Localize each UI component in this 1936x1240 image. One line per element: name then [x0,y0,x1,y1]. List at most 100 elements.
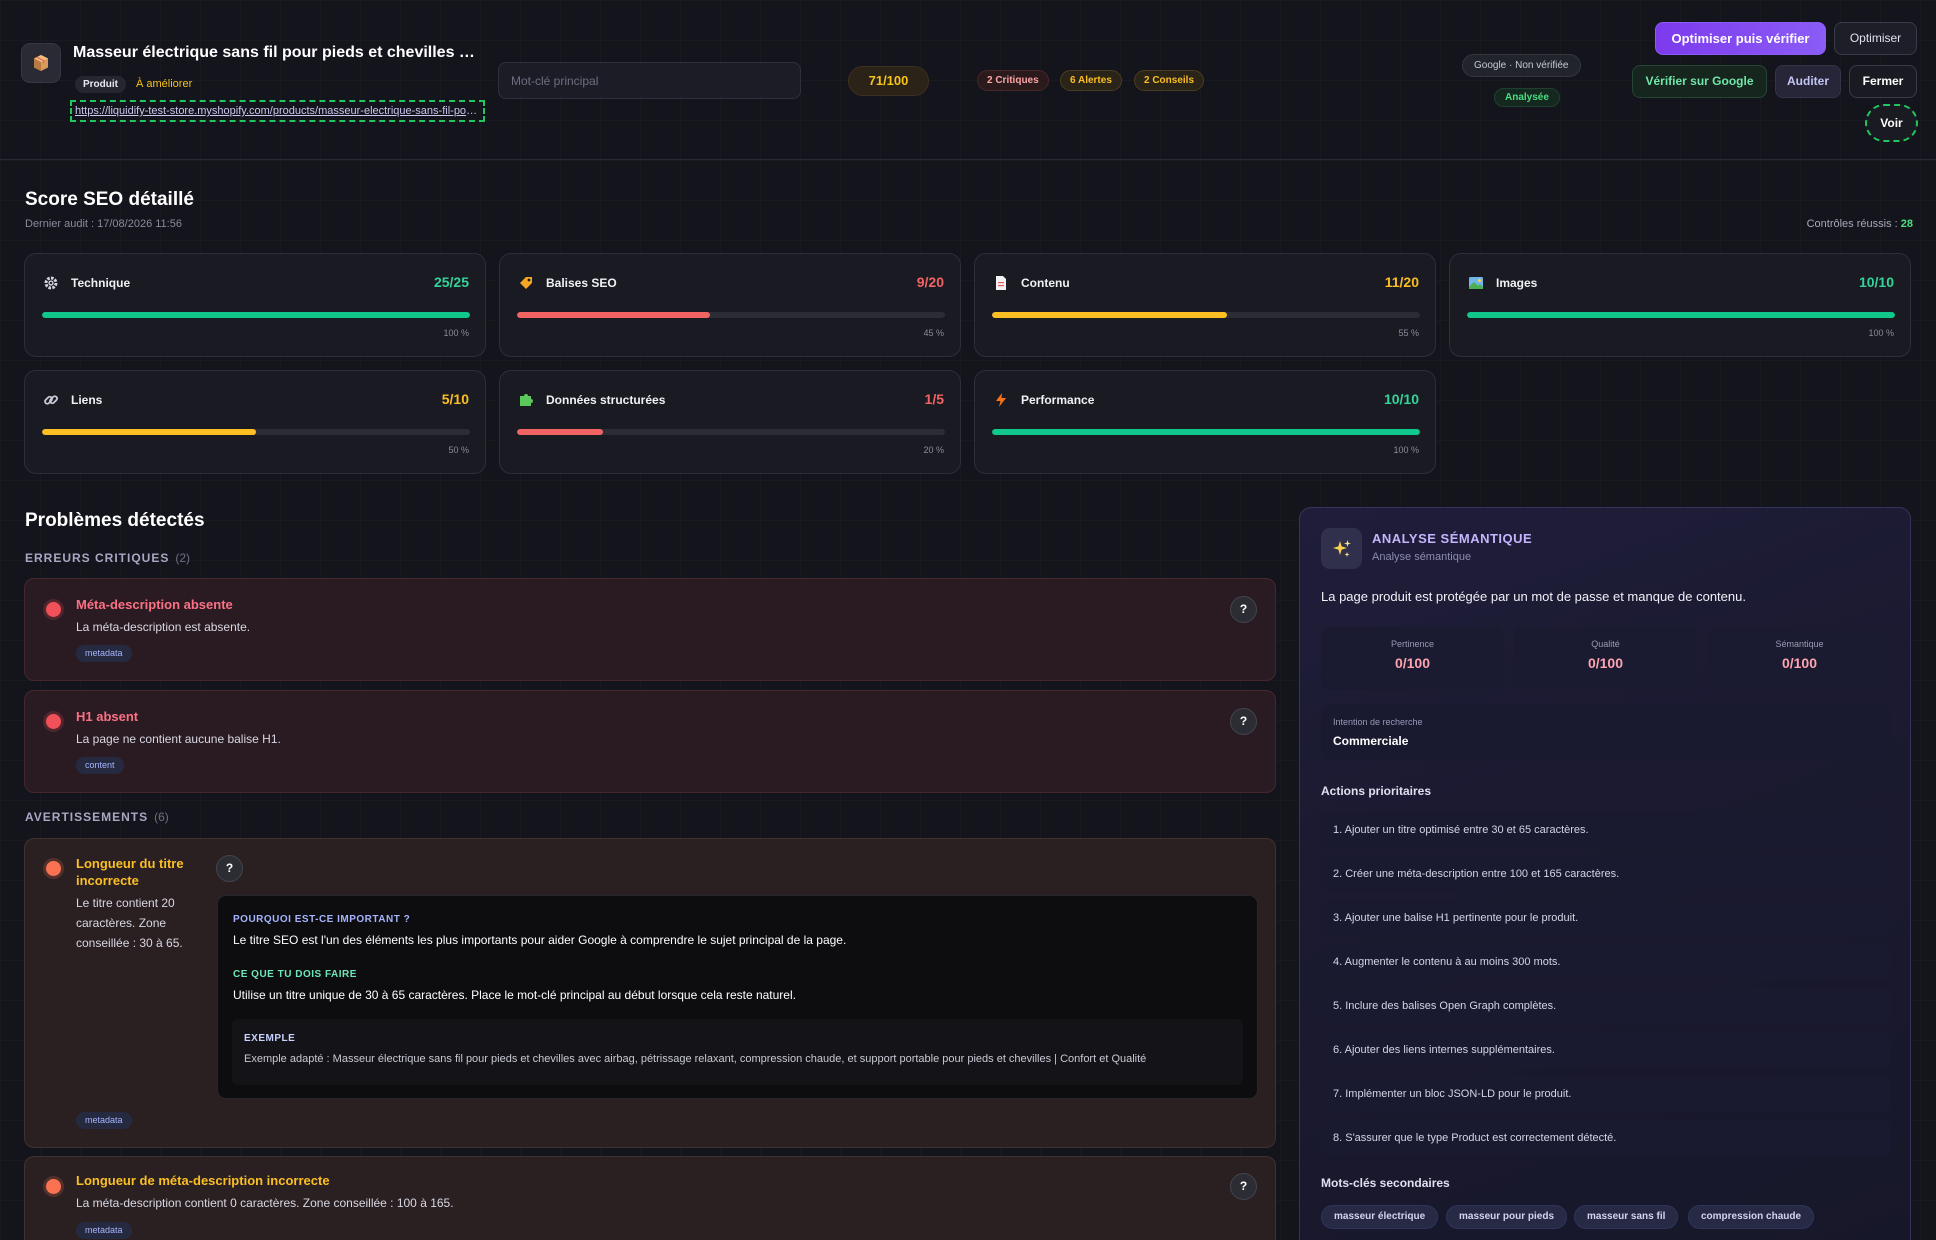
category-progress-bar [517,429,945,435]
todo-text: Utilise un titre unique de 30 à 65 carac… [233,988,796,1002]
metric-relevance: Pertinence 0/100 [1321,627,1504,690]
view-button[interactable]: Voir [1865,104,1918,142]
category-progress-fill [42,429,256,435]
category-score: 9/20 [916,274,944,290]
category-card: Contenu 11/20 55 % [974,253,1436,357]
optimize-verify-button[interactable]: Optimiser puis vérifier [1655,22,1826,55]
category-card: Balises SEO 9/20 45 % [499,253,961,357]
issue-title: Longueur de méta-description incorrecte [76,1173,330,1188]
status-badge: À améliorer [136,78,193,90]
category-card: Liens 5/10 50 % [24,370,486,474]
help-button[interactable]: ? [216,855,243,882]
critical-errors-heading: ERREURS CRITIQUES (2) [25,551,191,565]
category-name: Liens [71,393,103,407]
analysis-status-badge: Analysée [1494,88,1560,107]
priority-action-item: 3. Ajouter une balise H1 pertinente pour… [1321,900,1891,936]
category-progress-fill [1467,312,1895,318]
category-score: 5/10 [441,391,469,407]
type-badge: Produit [75,76,126,93]
issue-title: H1 absent [76,709,139,724]
category-score: 25/25 [433,274,469,290]
example-box: EXEMPLE Exemple adapté : Masseur électri… [232,1019,1243,1085]
help-button[interactable]: ? [1230,596,1257,623]
warnings-heading: AVERTISSEMENTS (6) [25,810,169,824]
category-progress-fill [992,429,1420,435]
seo-score-badge: 71/100 [848,66,929,96]
warning-dot-icon [46,1179,61,1194]
category-score: 11/20 [1384,274,1419,290]
category-name: Balises SEO [546,276,617,290]
priority-action-item: 2. Créer une méta-description entre 100 … [1321,856,1891,892]
category-score: 10/10 [1383,391,1419,407]
semantic-subtitle: Analyse sémantique [1372,551,1472,563]
image-icon [1467,274,1485,292]
category-name: Contenu [1021,276,1070,290]
category-progress-fill [517,429,603,435]
product-url-link[interactable]: https://liquidify-test-store.myshopify.c… [70,100,485,122]
problems-title: Problèmes détectés [25,510,205,531]
issue-description: La page ne contient aucune balise H1. [76,732,281,746]
category-name: Technique [71,276,131,290]
example-heading: EXEMPLE [244,1033,296,1044]
category-percent: 45 % [923,328,944,338]
secondary-keywords-title: Mots-clés secondaires [1321,1176,1450,1190]
issue-title: Méta-description absente [76,597,233,612]
issue-description: La méta-description est absente. [76,620,251,634]
alert-count-badge[interactable]: 6 Alertes [1060,70,1122,91]
main-keyword-input[interactable] [498,62,801,99]
google-status-badge: Google · Non vérifiée [1462,54,1581,77]
issue-card: Longueur de méta-description incorrecte … [24,1156,1276,1240]
category-percent: 100 % [1868,328,1894,338]
keyword-chip[interactable]: masseur sans fil [1574,1205,1679,1229]
search-intent: Intention de recherche Commerciale [1321,704,1891,761]
category-percent: 50 % [448,445,469,455]
category-name: Images [1496,276,1538,290]
sparkles-icon [1321,528,1362,569]
todo-heading: CE QUE TU DOIS FAIRE [233,969,357,980]
keyword-chip[interactable]: compression chaude [1688,1205,1815,1229]
critical-dot-icon [46,714,61,729]
category-progress-bar [42,429,470,435]
issue-description: La méta-description contient 0 caractère… [76,1196,454,1210]
help-button[interactable]: ? [1230,1173,1257,1200]
issue-tag: content [76,757,124,774]
category-percent: 100 % [1393,445,1419,455]
product-title: Masseur électrique sans fil pour pieds e… [73,44,483,61]
help-button[interactable]: ? [1230,708,1257,735]
link-icon [42,391,60,409]
issue-card-expanded: Longueur du titre incorrecte Le titre co… [24,838,1276,1148]
category-name: Données structurées [546,393,666,407]
passed-checks: Contrôles réussis : 28 [1806,218,1913,230]
category-card: Images 10/10 100 % [1449,253,1911,357]
issue-explanation-panel: POURQUOI EST-CE IMPORTANT ? Le titre SEO… [217,895,1258,1099]
optimize-button[interactable]: Optimiser [1834,22,1917,55]
category-progress-bar [517,312,945,318]
tag-icon [517,274,535,292]
category-progress-fill [517,312,710,318]
lightning-icon [992,391,1010,409]
audit-button[interactable]: Auditer [1775,65,1841,98]
critical-count-badge[interactable]: 2 Critiques [977,70,1049,91]
package-icon [21,43,61,83]
seo-score-title: Score SEO détaillé [25,189,194,210]
tips-count-badge[interactable]: 2 Conseils [1134,70,1205,91]
issue-tag: metadata [76,1222,132,1239]
category-progress-bar [992,312,1420,318]
category-progress-fill [42,312,470,318]
priority-actions-title: Actions prioritaires [1321,784,1432,798]
keyword-chip[interactable]: masseur électrique [1321,1205,1439,1229]
metric-semantic: Sémantique 0/100 [1708,627,1891,690]
priority-action-item: 7. Implémenter un bloc JSON-LD pour le p… [1321,1076,1891,1112]
category-card: Performance 10/10 100 % [974,370,1436,474]
verify-google-button[interactable]: Vérifier sur Google [1632,65,1767,98]
issue-card: Méta-description absente La méta-descrip… [24,578,1276,681]
keyword-chip[interactable]: masseur pour pieds [1446,1205,1568,1229]
close-button[interactable]: Fermer [1849,65,1917,98]
semantic-summary: La page produit est protégée par un mot … [1321,589,1746,604]
semantic-analysis-panel: ANALYSE SÉMANTIQUE Analyse sémantique La… [1299,507,1911,1240]
page-header: Masseur électrique sans fil pour pieds e… [0,0,1936,160]
category-percent: 20 % [923,445,944,455]
priority-action-item: 1. Ajouter un titre optimisé entre 30 et… [1321,812,1891,848]
puzzle-icon [517,391,535,409]
document-icon [992,274,1010,292]
